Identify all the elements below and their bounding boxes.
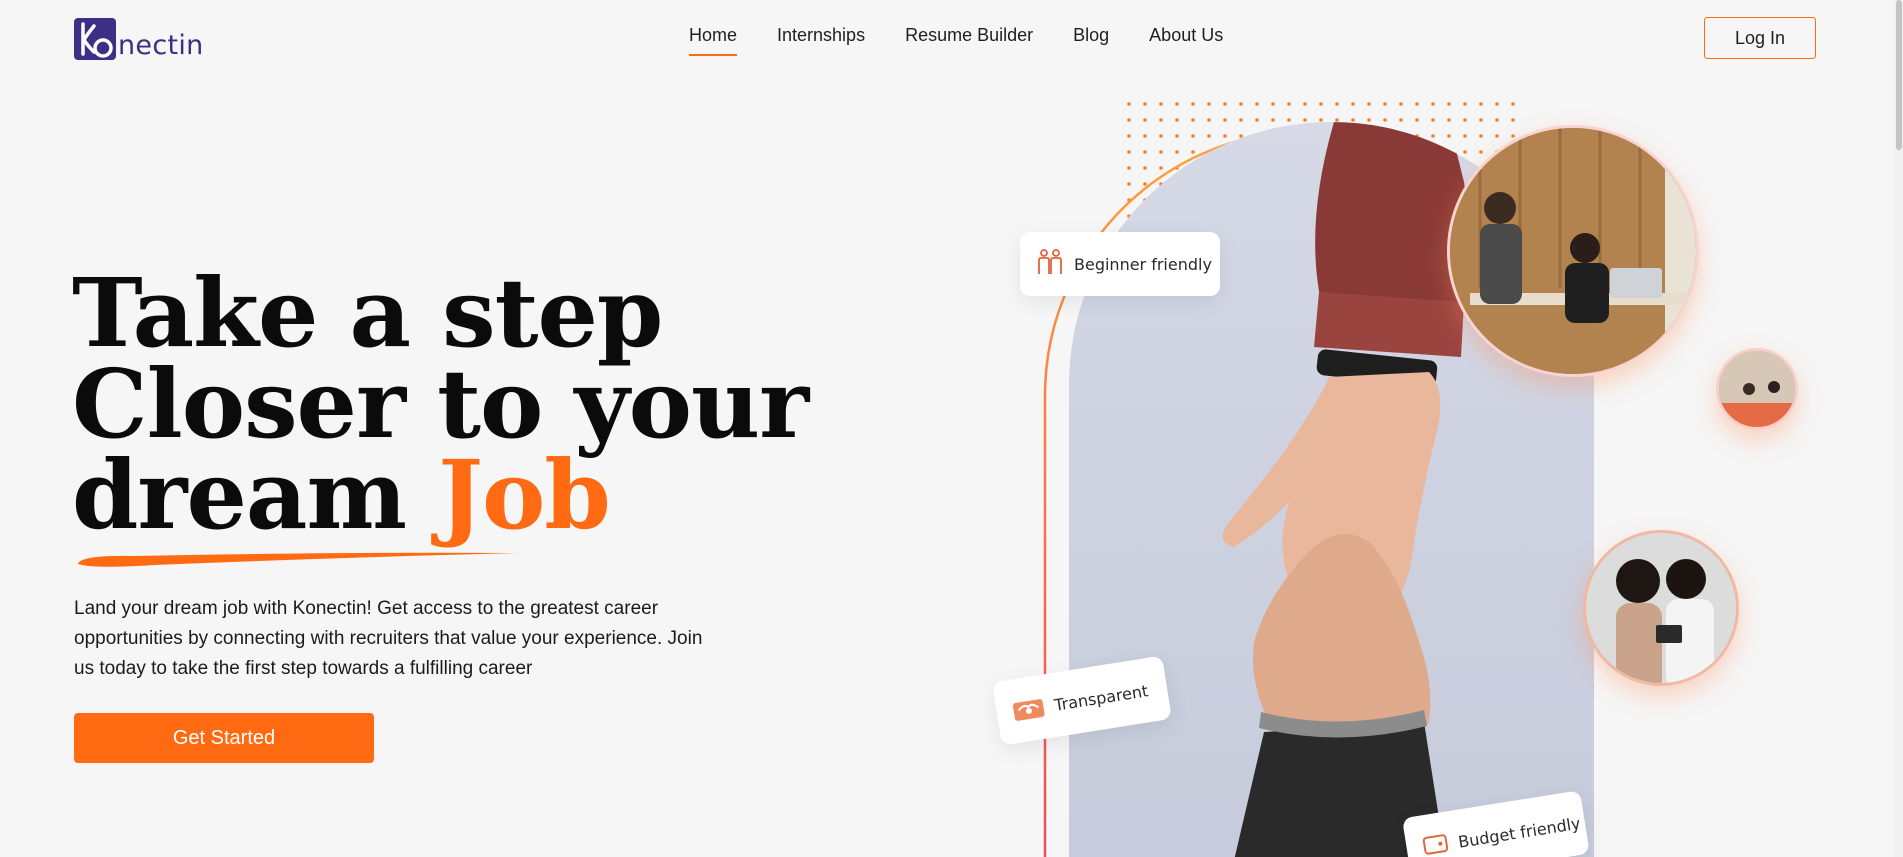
- logo-mark-icon: [74, 18, 116, 60]
- team-meeting-photo: [1447, 125, 1699, 377]
- people-icon: [1036, 248, 1064, 280]
- colleagues-photo: [1583, 530, 1739, 686]
- badge-label: Beginner friendly: [1074, 254, 1212, 274]
- headline-underline-decoration: [78, 552, 520, 567]
- brand-logo[interactable]: nectin: [74, 16, 204, 60]
- wallet-icon: [1421, 830, 1451, 857]
- get-started-button[interactable]: Get Started: [74, 713, 374, 763]
- handshake-icon: [1010, 691, 1047, 728]
- nav-item-home[interactable]: Home: [689, 25, 738, 56]
- landing-page: nectin Home Internships Resume Builder B…: [0, 0, 1903, 857]
- hero-headline: Take a step Closer to your dream Job: [72, 266, 809, 543]
- login-button[interactable]: Log In: [1704, 17, 1816, 59]
- badge-label: Budget friendly: [1456, 813, 1582, 852]
- main-nav: Home Internships Resume Builder Blog Abo…: [689, 25, 1223, 56]
- office-small-photo: [1716, 348, 1798, 430]
- nav-item-about-us[interactable]: About Us: [1149, 25, 1223, 56]
- scrollbar-thumb[interactable]: [1896, 0, 1902, 150]
- colleagues-illustration: [1586, 533, 1736, 683]
- hero-description: Land your dream job with Konectin! Get a…: [74, 598, 703, 679]
- page-scrollbar[interactable]: [1895, 0, 1903, 857]
- nav-item-resume-builder[interactable]: Resume Builder: [905, 25, 1033, 56]
- logo-wordmark: nectin: [118, 30, 204, 61]
- nav-item-blog[interactable]: Blog: [1073, 25, 1109, 56]
- beginner-friendly-badge: Beginner friendly: [1020, 232, 1220, 296]
- badge-label: Transparent: [1052, 680, 1150, 715]
- nav-item-internships[interactable]: Internships: [777, 25, 865, 56]
- headline-line-3: dream: [72, 440, 439, 551]
- team-meeting-illustration: [1450, 128, 1696, 374]
- hero-illustration: Beginner friendly Transparent Budget fri…: [980, 95, 1903, 857]
- headline-accent-word: Job: [438, 440, 611, 551]
